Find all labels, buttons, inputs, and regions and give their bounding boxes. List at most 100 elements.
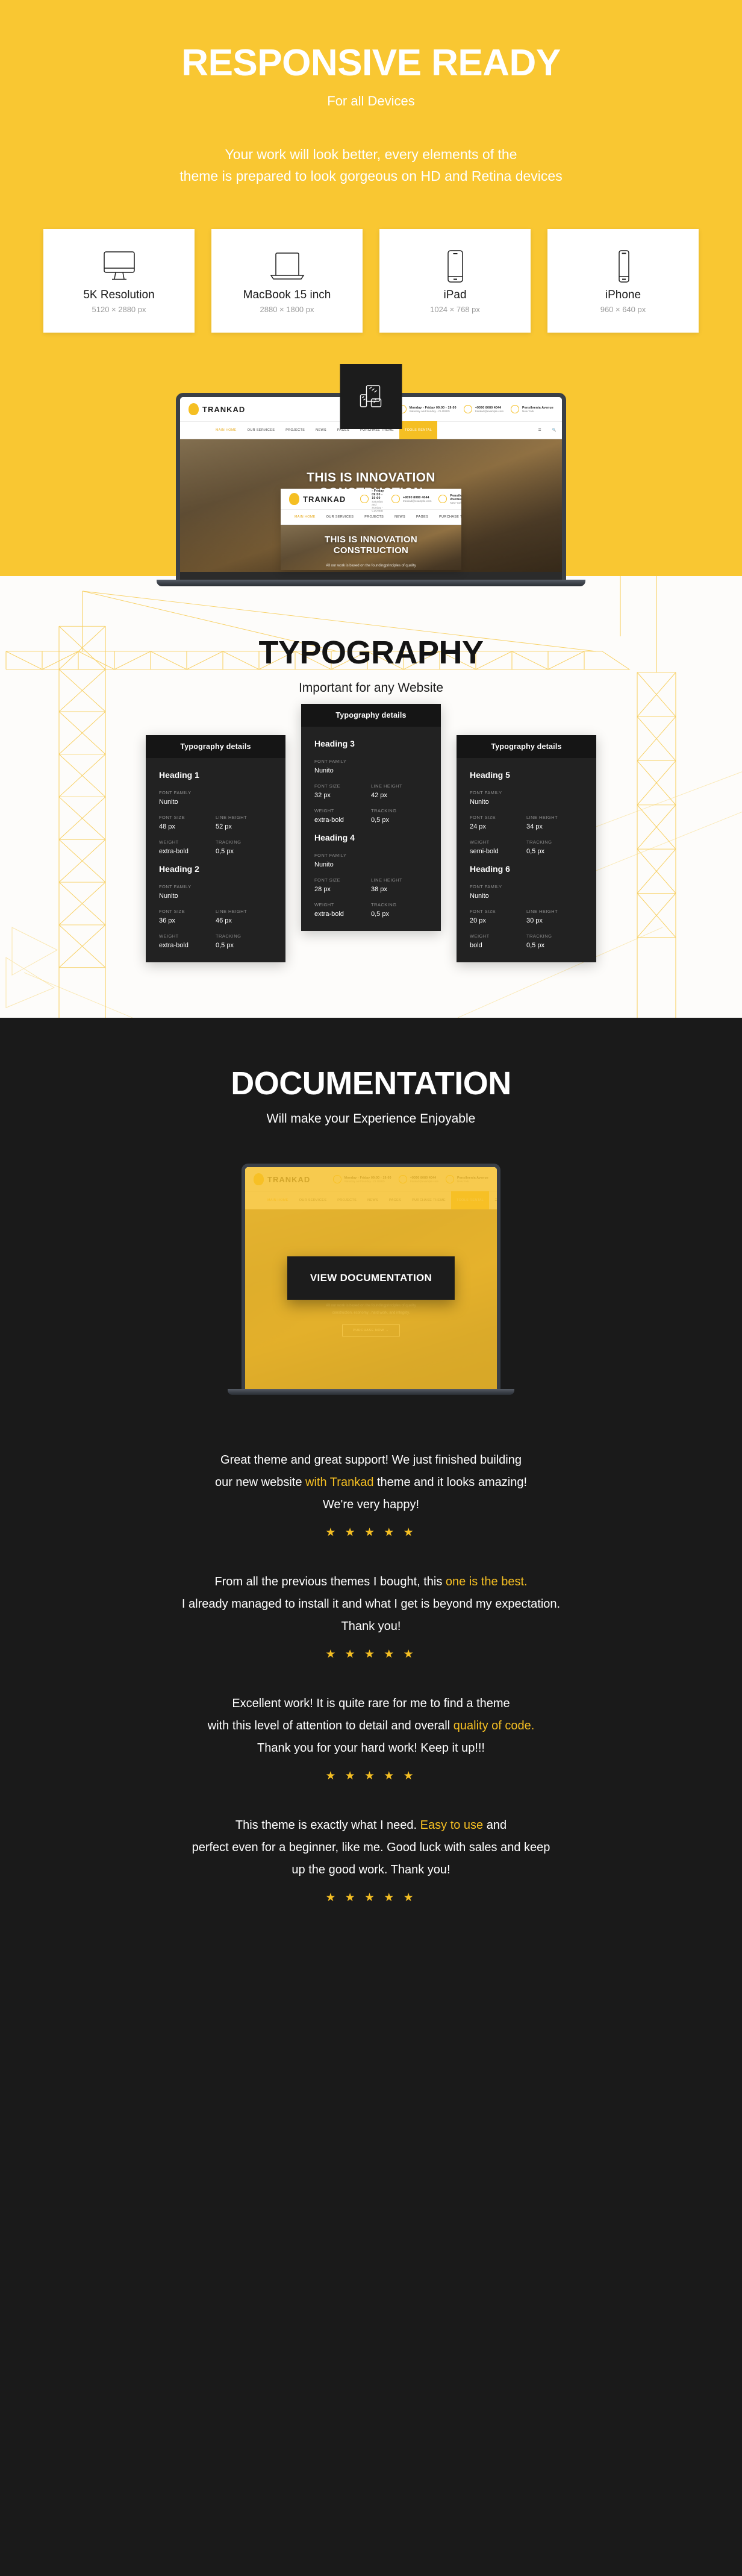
device-card-5k[interactable]: 5K Resolution 5120 × 2880 px: [43, 229, 195, 333]
device-card-macbook[interactable]: MacBook 15 inch 2880 × 1800 px: [211, 229, 363, 333]
typography-meta-cell: TRACKING 0,5 px: [216, 933, 272, 949]
testimonial-line: with this level of attention to detail a…: [207, 1719, 535, 1733]
typography-heading-label: Heading 4: [314, 833, 355, 843]
site-nav-item[interactable]: PURCHASE THEME: [434, 515, 461, 519]
typography-meta-cell: TRACKING 0,5 px: [526, 839, 583, 855]
view-documentation-button[interactable]: VIEW DOCUMENTATION: [287, 1256, 455, 1300]
documentation-title: DOCUMENTATION: [231, 1065, 511, 1102]
line-height-value: 30 px: [526, 917, 543, 925]
typography-card-list: Typography details Heading 1 FONT FAMILY…: [0, 704, 742, 963]
typography-meta-cell: LINE HEIGHT 30 px: [526, 909, 583, 924]
weight-value: extra-bold: [159, 848, 189, 856]
typography-meta-row: WEIGHT extra-bold TRACKING 0,5 px: [159, 933, 272, 949]
site-nav-item-tools-rental[interactable]: TOOLS RENTAL: [399, 421, 438, 440]
tracking-label: TRACKING: [371, 902, 397, 908]
tracking-label: TRACKING: [526, 933, 552, 939]
site-nav-item[interactable]: OUR SERVICES: [242, 428, 280, 432]
font-size-label: FONT SIZE: [470, 909, 496, 915]
typography-meta-row: WEIGHT extra-bold TRACKING 0,5 px: [314, 902, 428, 918]
mobile-mockup: TRANKAD Monday - Friday 09:00 - 19:00 Sa…: [281, 489, 461, 571]
testimonial-line: Thank you!: [341, 1620, 401, 1634]
site-nav-item[interactable]: PROJECTS: [280, 428, 310, 432]
site-address-sub: New York: [450, 501, 461, 504]
typography-meta-cell: FONT SIZE 48 px: [159, 815, 216, 830]
typography-meta-cell: LINE HEIGHT 34 px: [526, 815, 583, 830]
weight-value: bold: [470, 942, 482, 950]
typography-meta-cell: FONT FAMILY Nunito: [159, 884, 272, 900]
site-nav-item[interactable]: MAIN HOME: [210, 428, 242, 432]
site-hero-paragraph: All our work is based on the foundingpri…: [326, 563, 416, 571]
font-size-value: 20 px: [470, 917, 486, 925]
site-phone-info: +9090 8080 4044 trankad@example.com: [463, 405, 504, 414]
typography-meta-row: FONT SIZE 24 px LINE HEIGHT 34 px: [470, 815, 583, 830]
tracking-label: TRACKING: [526, 839, 552, 845]
typography-card: Typography details Heading 5 FONT FAMILY…: [457, 735, 596, 963]
site-hours-info: Monday - Friday 09:00 - 19:00 Saturday a…: [398, 405, 457, 414]
line-height-label: LINE HEIGHT: [371, 783, 403, 789]
typography-card-body: Heading 5 FONT FAMILY Nunito FONT SIZE 2…: [457, 758, 596, 962]
line-height-value: 52 px: [216, 823, 232, 831]
hamburger-menu-icon[interactable]: ☰: [533, 428, 547, 432]
typography-meta-row: FONT FAMILY Nunito: [470, 884, 583, 900]
line-height-label: LINE HEIGHT: [216, 815, 248, 821]
responsive-lead-line2: theme is prepared to look gorgeous on HD…: [179, 168, 563, 184]
responsive-lead: Your work will look better, every elemen…: [0, 144, 742, 187]
typography-card-header: Typography details: [457, 735, 596, 759]
typography-meta-cell: FONT FAMILY Nunito: [470, 790, 583, 806]
typography-meta-cell: FONT SIZE 32 px: [314, 783, 371, 799]
device-card-iphone[interactable]: iPhone 960 × 640 px: [547, 229, 699, 333]
typography-meta-cell: FONT SIZE 36 px: [159, 909, 216, 924]
typography-heading-label: Heading 2: [159, 864, 199, 874]
documentation-laptop-screen: TRANKAD Monday - Friday 09:00 - 19:00 Sa…: [242, 1164, 500, 1390]
weight-label: WEIGHT: [159, 933, 179, 939]
site-nav-item[interactable]: MAIN HOME: [289, 515, 321, 519]
tracking-label: TRACKING: [371, 808, 397, 814]
trankad-logo-icon: [189, 403, 199, 416]
site-nav-item[interactable]: PROJECTS: [359, 515, 389, 519]
site-nav-item[interactable]: NEWS: [310, 428, 332, 432]
font-family-value: Nunito: [159, 892, 178, 900]
device-name: MacBook 15 inch: [243, 289, 331, 302]
map-pin-icon: [511, 405, 520, 414]
testimonial-highlight: Easy to use: [420, 1819, 484, 1832]
tracking-value: 0,5 px: [526, 942, 544, 950]
rating-stars: ★ ★ ★ ★ ★: [325, 1891, 417, 1905]
tablet-icon: [443, 248, 467, 285]
site-nav-item[interactable]: NEWS: [389, 515, 411, 519]
typography-meta-cell: TRACKING 0,5 px: [371, 902, 428, 918]
site-address-info: Pensilvenia Avenue New York: [438, 494, 461, 504]
typography-card: Typography details Heading 3 FONT FAMILY…: [301, 704, 441, 932]
font-family-label: FONT FAMILY: [159, 884, 192, 890]
font-family-value: Nunito: [159, 798, 178, 806]
tracking-label: TRACKING: [216, 839, 242, 845]
typography-meta-row: FONT FAMILY Nunito: [470, 790, 583, 806]
site-nav-item[interactable]: PAGES: [411, 515, 434, 519]
site-logo[interactable]: TRANKAD: [289, 493, 346, 506]
documentation-laptop-mockup: TRANKAD Monday - Friday 09:00 - 19:00 Sa…: [228, 1164, 514, 1396]
line-height-value: 38 px: [371, 886, 387, 894]
font-size-value: 32 px: [314, 792, 331, 800]
device-card-ipad[interactable]: iPad 1024 × 768 px: [379, 229, 531, 333]
site-nav-item[interactable]: OUR SERVICES: [321, 515, 359, 519]
site-logo[interactable]: TRANKAD: [189, 403, 245, 416]
font-size-label: FONT SIZE: [159, 815, 186, 821]
testimonial-text: Excellent work! It is quite rare for me …: [66, 1693, 676, 1760]
map-pin-icon: [438, 495, 447, 504]
weight-value: extra-bold: [159, 942, 189, 950]
device-name: iPad: [443, 289, 467, 302]
typography-meta-row: FONT FAMILY Nunito: [159, 884, 272, 900]
testimonial-highlight: one is the best.: [445, 1575, 528, 1589]
typography-meta-cell: FONT FAMILY Nunito: [470, 884, 583, 900]
tracking-value: 0,5 px: [216, 942, 234, 950]
testimonial-line: our new website with Trankad theme and i…: [214, 1476, 528, 1490]
responsive-lead-line1: Your work will look better, every elemen…: [225, 146, 517, 163]
site-email: trankad@example.com: [475, 409, 504, 413]
phone-icon: [391, 495, 401, 504]
site-hours-sub: Saturday and Sunday - CLOSED: [372, 500, 384, 513]
font-family-label: FONT FAMILY: [470, 790, 502, 796]
search-icon[interactable]: 🔍: [547, 428, 562, 432]
weight-value: extra-bold: [314, 910, 344, 918]
weight-value: semi-bold: [470, 848, 499, 856]
weight-label: WEIGHT: [314, 808, 334, 814]
typography-subtitle: Important for any Website: [298, 681, 444, 695]
